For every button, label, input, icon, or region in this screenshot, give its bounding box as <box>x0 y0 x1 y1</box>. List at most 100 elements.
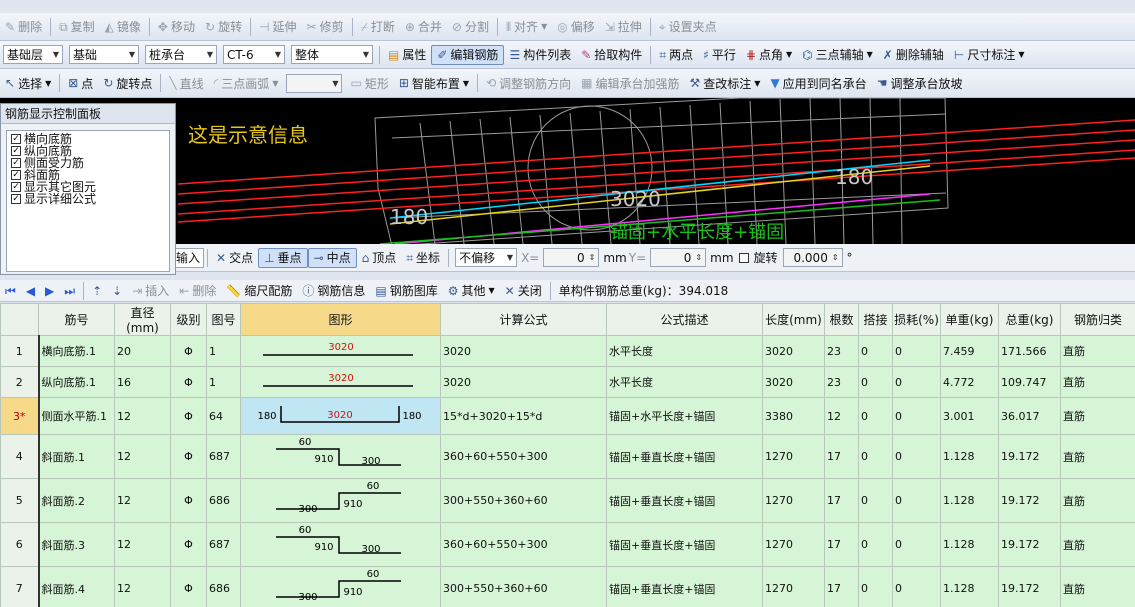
trim-button[interactable]: ✂ 修剪 <box>302 17 349 37</box>
cell-grade[interactable]: Φ <box>170 434 207 479</box>
row-number[interactable]: 6 <box>0 522 40 567</box>
adjust-direction-button[interactable]: ⟲ 调整钢筋方向 <box>481 73 576 93</box>
cell-unit-weight[interactable]: 1.128 <box>940 434 999 479</box>
coordinate-snap[interactable]: ⌗ 坐标 <box>401 248 445 268</box>
pick-component-button[interactable]: ✎ 拾取构件 <box>576 45 647 65</box>
cell-figure[interactable]: 64 <box>206 397 241 435</box>
cell-name[interactable]: 斜面筋.3 <box>38 522 115 567</box>
rotate-input[interactable]: 0.000 ⇕ <box>782 248 843 267</box>
cell-loss[interactable]: 0 <box>892 522 941 567</box>
rotate-button[interactable]: ↻ 旋转 <box>200 17 247 37</box>
cell-name[interactable]: 斜面筋.4 <box>38 566 115 607</box>
cell-total-weight[interactable]: 109.747 <box>998 366 1061 398</box>
cell-loss[interactable]: 0 <box>892 335 941 367</box>
cell-description[interactable]: 锚固+垂直长度+锚固 <box>606 566 763 607</box>
checkbox-checked-icon[interactable]: ✓ <box>11 146 21 156</box>
cell-shape[interactable]: 3020 <box>240 335 441 367</box>
intersection-snap[interactable]: ✕ 交点 <box>211 248 258 268</box>
cell-description[interactable]: 水平长度 <box>606 366 763 398</box>
row-number[interactable]: 7 <box>0 566 40 607</box>
cell-lap[interactable]: 0 <box>858 566 893 607</box>
table-row[interactable]: 4 斜面筋.1 12 Φ 687 60 910 300 360+60+550+300 锚固+垂直长… <box>0 434 1135 479</box>
delete-button[interactable]: ✎ 删除 <box>0 17 47 37</box>
input-button[interactable]: 输入 <box>172 247 205 268</box>
cell-loss[interactable]: 0 <box>892 478 941 523</box>
cell-total-weight[interactable]: 19.172 <box>998 566 1061 607</box>
cell-diameter[interactable]: 12 <box>114 397 171 435</box>
cell-formula[interactable]: 360+60+550+300 <box>440 522 607 567</box>
cell-lap[interactable]: 0 <box>858 366 893 398</box>
cell-diameter[interactable]: 12 <box>114 522 171 567</box>
col-header-formula[interactable]: 计算公式 <box>440 303 607 336</box>
name-select[interactable]: CT-6 ▼ <box>223 45 285 64</box>
parallel-button[interactable]: ♯ 平行 <box>698 45 741 65</box>
cell-figure[interactable]: 687 <box>206 434 241 479</box>
move-down-button[interactable]: ⇣ <box>107 281 127 301</box>
merge-button[interactable]: ⊕ 合并 <box>400 17 447 37</box>
copy-button[interactable]: ⧉ 复制 <box>54 17 100 37</box>
cell-formula[interactable]: 300+550+360+60 <box>440 478 607 523</box>
layer-select[interactable]: 基础层 ▼ <box>3 45 63 64</box>
col-header-figure[interactable]: 图号 <box>206 303 241 336</box>
col-header-unit-weight[interactable]: 单重(kg) <box>940 303 999 336</box>
cell-lap[interactable]: 0 <box>858 478 893 523</box>
cell-formula[interactable]: 3020 <box>440 366 607 398</box>
rotate-checkbox[interactable] <box>738 252 749 263</box>
cell-unit-weight[interactable]: 1.128 <box>940 478 999 523</box>
cell-shape[interactable]: 60 910 300 <box>240 566 441 607</box>
cell-diameter[interactable]: 12 <box>114 434 171 479</box>
row-number[interactable]: 2 <box>0 366 40 398</box>
cell-name[interactable]: 斜面筋.2 <box>38 478 115 523</box>
arc-button[interactable]: ◜ 三点画弧 ▼ <box>209 73 284 93</box>
x-input[interactable]: 0 ⇕ <box>543 248 600 267</box>
cell-count[interactable]: 17 <box>824 478 859 523</box>
cell-lap[interactable]: 0 <box>858 522 893 567</box>
checkbox-checked-icon[interactable]: ✓ <box>11 182 21 192</box>
cell-figure[interactable]: 1 <box>206 335 241 367</box>
cell-description[interactable]: 锚固+垂直长度+锚固 <box>606 434 763 479</box>
rotate-point-button[interactable]: ↻ 旋转点 <box>98 73 157 93</box>
cell-figure[interactable]: 1 <box>206 366 241 398</box>
table-row[interactable]: 7 斜面筋.4 12 Φ 686 60 910 300 300+550+360+60 锚固+垂直长… <box>0 566 1135 607</box>
draw-mode-select[interactable]: ▼ <box>286 73 343 93</box>
align-button[interactable]: ⫴ 对齐 ▼ <box>501 17 552 37</box>
properties-button[interactable]: ▤ 属性 <box>383 45 431 65</box>
cell-grade[interactable]: Φ <box>170 335 207 367</box>
cell-shape[interactable]: 60 910 300 <box>240 478 441 523</box>
col-header-shape[interactable]: 图形 <box>240 303 441 336</box>
cell-grade[interactable]: Φ <box>170 566 207 607</box>
cell-count[interactable]: 17 <box>824 434 859 479</box>
cell-length[interactable]: 1270 <box>762 478 825 523</box>
break-button[interactable]: ⌿ 打断 <box>356 17 400 37</box>
cell-name[interactable]: 斜面筋.1 <box>38 434 115 479</box>
table-row[interactable]: 5 斜面筋.2 12 Φ 686 60 910 300 300+550+360+60 锚固+垂直长… <box>0 478 1135 523</box>
cell-count[interactable]: 23 <box>824 366 859 398</box>
cell-shape[interactable]: 180 3020 180 <box>240 397 441 435</box>
row-number[interactable]: 4 <box>0 434 40 479</box>
cell-diameter[interactable]: 16 <box>114 366 171 398</box>
cell-length[interactable]: 3020 <box>762 366 825 398</box>
offset-mode-select[interactable]: 不偏移 ▼ <box>455 248 518 267</box>
cell-figure[interactable]: 687 <box>206 522 241 567</box>
cell-lap[interactable]: 0 <box>858 335 893 367</box>
cell-description[interactable]: 水平长度 <box>606 335 763 367</box>
cell-diameter[interactable]: 12 <box>114 566 171 607</box>
cell-unit-weight[interactable]: 1.128 <box>940 522 999 567</box>
cell-count[interactable]: 12 <box>824 397 859 435</box>
cell-grade[interactable]: Φ <box>170 522 207 567</box>
cell-shape[interactable]: 60 910 300 <box>240 522 441 567</box>
table-row[interactable]: 6 斜面筋.3 12 Φ 687 60 910 300 360+60+550+300 锚固+垂直长… <box>0 522 1135 567</box>
cell-diameter[interactable]: 12 <box>114 478 171 523</box>
cell-class[interactable]: 直筋 <box>1060 566 1135 607</box>
cell-length[interactable]: 1270 <box>762 566 825 607</box>
rebar-info-button[interactable]: ⓘ 钢筋信息 <box>297 281 370 301</box>
midpoint-snap[interactable]: ⊸ 中点 <box>307 247 357 268</box>
cell-grade[interactable]: Φ <box>170 397 207 435</box>
table-row[interactable]: 3* 侧面水平筋.1 12 Φ 64 180 3020 180 15*d+3020+15*d 锚固… <box>0 397 1135 435</box>
scope-select[interactable]: 整体 ▼ <box>291 45 373 64</box>
col-header-loss[interactable]: 损耗(%) <box>892 303 941 336</box>
point-button[interactable]: ⊠ 点 <box>63 73 98 93</box>
row-number[interactable]: 5 <box>0 478 40 523</box>
cell-total-weight[interactable]: 171.566 <box>998 335 1061 367</box>
cell-shape[interactable]: 3020 <box>240 366 441 398</box>
